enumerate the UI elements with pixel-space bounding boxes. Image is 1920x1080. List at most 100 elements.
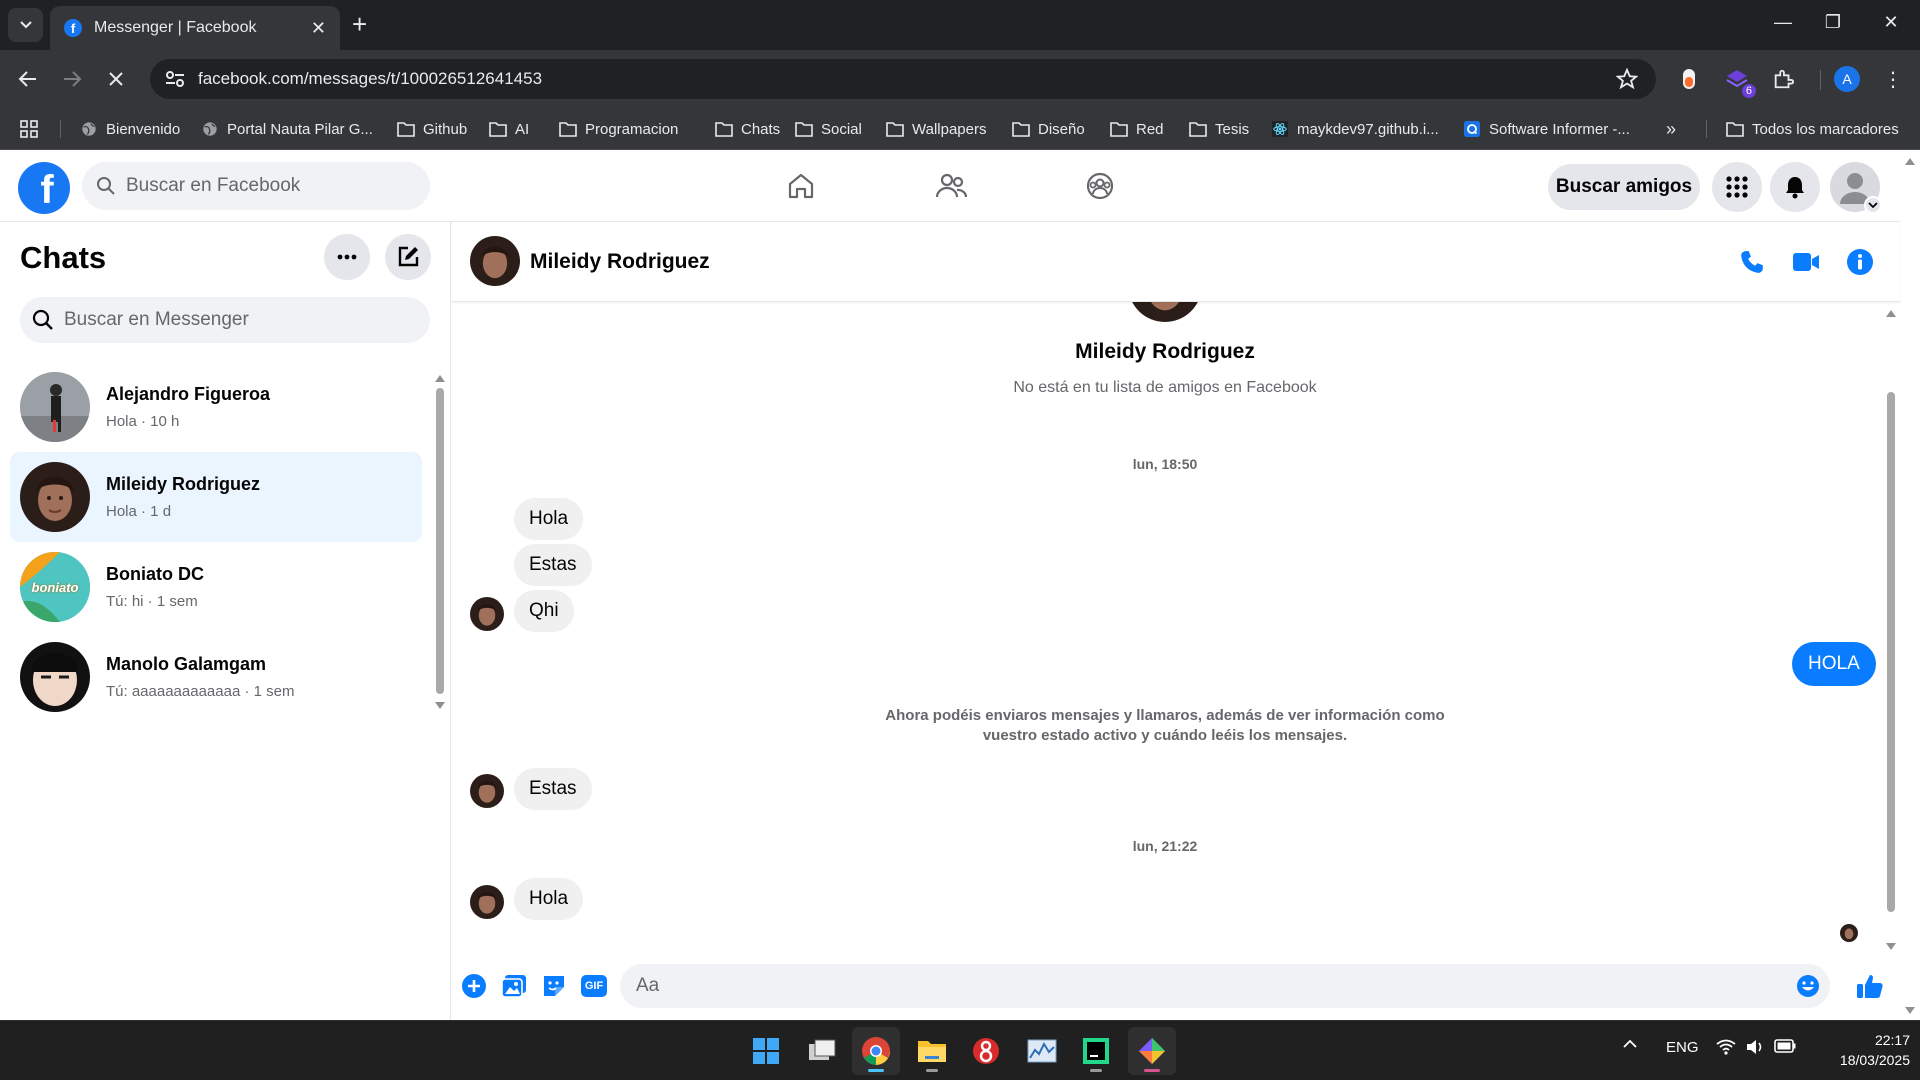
extension-icon[interactable]: 6 [1724, 66, 1756, 98]
conversation-panel: Mileidy Rodriguez Mileidy Rodriguez No e… [452, 222, 1900, 1020]
taskbar-resource-monitor[interactable] [1018, 1027, 1066, 1075]
chevron-down-icon[interactable] [1864, 196, 1882, 214]
conversation-info-button[interactable] [1844, 246, 1876, 278]
bookmark-item[interactable]: maykdev97.github.i... [1271, 117, 1439, 141]
show-hidden-icons-icon[interactable] [1622, 1039, 1638, 1049]
bookmark-item[interactable]: Red [1110, 117, 1164, 141]
bookmark-item[interactable]: Social [795, 117, 862, 141]
scrollbar-thumb[interactable] [1887, 392, 1895, 912]
bookmark-item[interactable]: Portal Nauta Pilar G... [201, 117, 373, 141]
scroll-up-arrow-icon[interactable] [434, 372, 446, 384]
scroll-up-arrow-icon[interactable] [1885, 308, 1897, 318]
scroll-up-arrow-icon[interactable] [1904, 156, 1916, 166]
find-friends-button[interactable]: Buscar amigos [1548, 164, 1700, 210]
scrollbar-thumb[interactable] [436, 388, 444, 694]
bookmarks-divider [60, 120, 61, 138]
system-clock[interactable]: 22:17 18/03/2025 [1810, 1030, 1910, 1070]
incoming-message[interactable]: Hola [514, 498, 584, 540]
menu-button[interactable] [1712, 162, 1762, 212]
conversation-scrollbar[interactable] [1882, 302, 1900, 1020]
more-actions-button[interactable] [460, 972, 488, 1000]
more-bookmarks-icon[interactable]: » [1666, 117, 1676, 141]
stop-loading-button[interactable] [102, 65, 130, 93]
taskbar-pycharm[interactable] [1072, 1027, 1120, 1075]
bookmark-item[interactable]: Software Informer -... [1463, 117, 1630, 141]
wifi-icon[interactable] [1716, 1039, 1736, 1055]
bookmark-item[interactable]: Diseño [1012, 117, 1085, 141]
language-indicator[interactable]: ENG [1666, 1039, 1699, 1056]
video-call-button[interactable] [1790, 246, 1822, 278]
incoming-message[interactable]: Estas [514, 544, 592, 586]
outgoing-message[interactable]: HOLA [1792, 642, 1876, 686]
taskbar-file-explorer[interactable] [908, 1027, 956, 1075]
chat-options-button[interactable] [324, 234, 370, 280]
like-button[interactable] [1856, 972, 1884, 1000]
incoming-message[interactable]: Hola [514, 878, 584, 920]
site-info-icon[interactable] [164, 68, 186, 90]
battery-icon[interactable] [1774, 1039, 1796, 1053]
bookmark-item[interactable]: Chats [715, 117, 780, 141]
account-avatar[interactable] [1830, 162, 1882, 214]
chat-item-manolo-galamgam[interactable]: Manolo Galamgam Tú: aaaaaaaaaaaaa · 1 se… [10, 632, 422, 722]
scroll-down-arrow-icon[interactable] [1904, 1006, 1916, 1016]
image-icon [501, 975, 526, 998]
all-bookmarks[interactable]: Todos los marcadores [1726, 117, 1899, 141]
facebook-search-input[interactable]: Buscar en Facebook [82, 162, 430, 210]
taskbar-app-diamond[interactable] [1128, 1027, 1176, 1075]
chat-item-mileidy-rodriguez[interactable]: Mileidy Rodriguez Hola · 1 d [10, 452, 422, 542]
emoji-button[interactable] [1796, 974, 1820, 998]
messenger-search-input[interactable]: Buscar en Messenger [20, 297, 430, 343]
address-bar[interactable]: facebook.com/messages/t/100026512641453 [150, 59, 1656, 99]
bookmark-item[interactable]: Tesis [1189, 117, 1249, 141]
incoming-message[interactable]: Qhi [514, 590, 574, 632]
taskbar-app-8[interactable] [962, 1027, 1010, 1075]
nav-friends[interactable] [929, 164, 973, 208]
contact-name[interactable]: Mileidy Rodriguez [530, 250, 710, 274]
browser-menu-icon[interactable]: ⋮ [1880, 66, 1906, 92]
start-button[interactable] [742, 1027, 790, 1075]
forward-button[interactable] [58, 65, 86, 93]
bookmark-item[interactable]: Programacion [559, 117, 678, 141]
bookmark-item[interactable]: Bienvenido [80, 117, 180, 141]
nav-groups[interactable] [1078, 164, 1122, 208]
scroll-down-arrow-icon[interactable] [434, 700, 446, 712]
close-tab-icon[interactable]: ✕ [311, 18, 326, 39]
sticker-button[interactable] [540, 972, 568, 1000]
nav-home[interactable] [779, 164, 823, 208]
new-tab-button[interactable]: + [352, 9, 367, 39]
browser-tab-active[interactable]: f Messenger | Facebook ✕ [50, 6, 340, 50]
bookmark-item[interactable]: Github [397, 117, 467, 141]
extension-icon[interactable] [1676, 66, 1702, 92]
avatar [20, 372, 90, 442]
message-input[interactable]: Aa [620, 964, 1830, 1008]
close-window-icon[interactable]: ✕ [1876, 12, 1906, 33]
task-view-button[interactable] [798, 1027, 846, 1075]
attach-photo-button[interactable] [500, 972, 528, 1000]
contact-avatar[interactable] [470, 236, 520, 286]
bookmark-item[interactable]: AI [489, 117, 529, 141]
scroll-down-arrow-icon[interactable] [1885, 942, 1897, 952]
restore-icon[interactable]: ❐ [1818, 12, 1848, 33]
page-scrollbar[interactable] [1900, 150, 1920, 1020]
chat-item-alejandro-figueroa[interactable]: Alejandro Figueroa Hola · 10 h [10, 362, 422, 452]
minimize-icon[interactable]: — [1768, 12, 1798, 33]
stop-icon [109, 72, 123, 86]
bookmark-item[interactable]: Wallpapers [886, 117, 986, 141]
apps-grid-icon[interactable] [20, 117, 38, 141]
volume-icon[interactable] [1746, 1039, 1764, 1055]
chat-item-boniato-dc[interactable]: boniato Boniato DC Tú: hi · 1 sem [10, 542, 422, 632]
back-button[interactable] [14, 65, 42, 93]
taskbar-chrome[interactable] [852, 1027, 900, 1075]
bookmark-star-icon[interactable] [1616, 68, 1638, 90]
bookmark-label: Portal Nauta Pilar G... [227, 120, 373, 138]
extensions-puzzle-icon[interactable] [1770, 66, 1796, 92]
notifications-button[interactable] [1770, 162, 1820, 212]
tab-search-button[interactable] [8, 8, 43, 42]
profile-avatar[interactable]: A [1834, 66, 1860, 92]
new-message-button[interactable] [385, 234, 431, 280]
incoming-message[interactable]: Estas [514, 768, 592, 810]
voice-call-button[interactable] [1736, 246, 1768, 278]
facebook-logo[interactable]: f [18, 162, 70, 214]
chat-list-scrollbar[interactable] [434, 372, 446, 712]
gif-button[interactable]: GIF [580, 972, 608, 1000]
